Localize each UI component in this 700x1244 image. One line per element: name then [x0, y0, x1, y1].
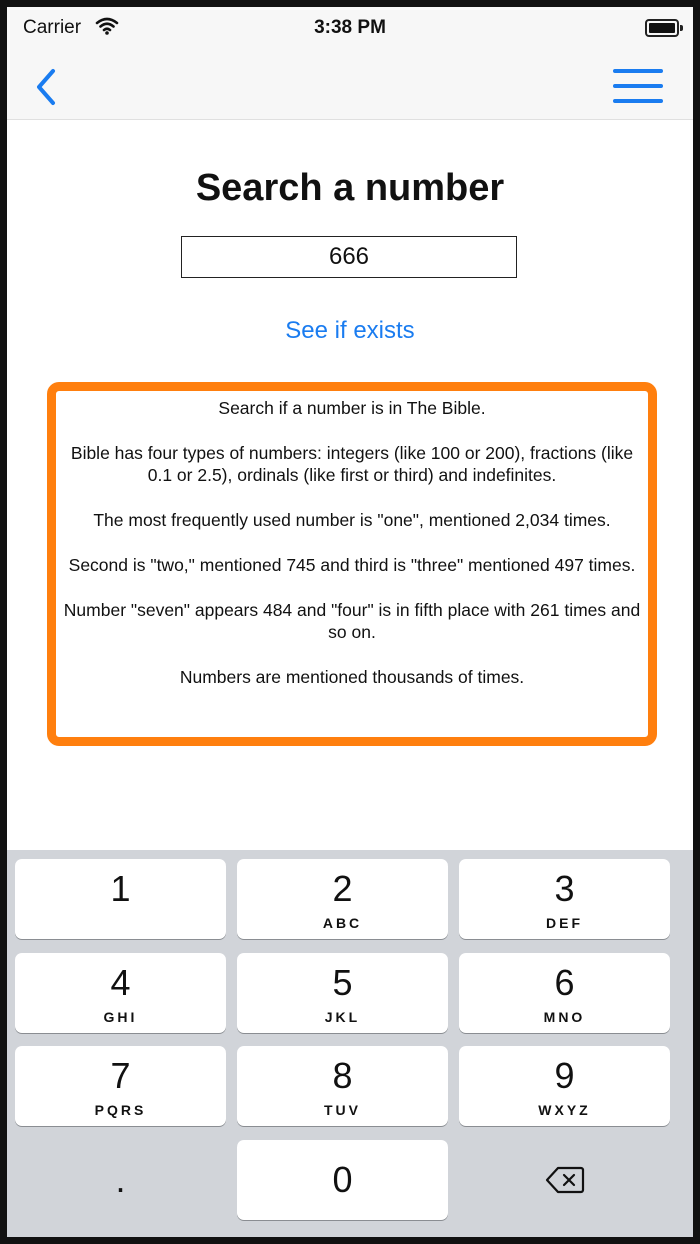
- info-paragraph: Search if a number is in The Bible.: [218, 398, 486, 418]
- decimal-key[interactable]: .: [15, 1140, 226, 1220]
- number-search-input[interactable]: [181, 236, 517, 278]
- hamburger-menu-icon: [613, 69, 663, 73]
- navigation-bar: [7, 47, 693, 120]
- key-7[interactable]: 7 PQRS: [15, 1046, 226, 1126]
- info-panel: Search if a number is in The Bible. Bibl…: [47, 382, 657, 746]
- info-paragraph: The most frequently used number is "one"…: [93, 510, 611, 530]
- key-0[interactable]: 0: [237, 1140, 448, 1220]
- key-6[interactable]: 6 MNO: [459, 953, 670, 1033]
- key-1[interactable]: 1: [15, 859, 226, 939]
- info-paragraph: Number "seven" appears 484 and "four" is…: [63, 600, 641, 642]
- battery-icon: [645, 19, 683, 37]
- menu-button[interactable]: [613, 67, 665, 107]
- key-9[interactable]: 9 WXYZ: [459, 1046, 670, 1126]
- clock: 3:38 PM: [314, 17, 386, 38]
- chevron-left-icon: [37, 69, 55, 105]
- numeric-keypad: 1 2 ABC 3 DEF 4 GHI 5 JKL 6 MNO 7 PQRS 8: [7, 850, 693, 1237]
- page-title: Search a number: [195, 167, 505, 209]
- delete-key[interactable]: [459, 1140, 670, 1220]
- backspace-icon: [459, 1140, 670, 1199]
- status-bar: Carrier 3:38 PM: [7, 7, 693, 47]
- see-if-exists-button[interactable]: See if exists: [7, 317, 693, 345]
- key-5[interactable]: 5 JKL: [237, 953, 448, 1033]
- back-button[interactable]: [29, 67, 65, 107]
- key-3[interactable]: 3 DEF: [459, 859, 670, 939]
- info-paragraph: Numbers are mentioned thousands of times…: [179, 667, 525, 687]
- key-8[interactable]: 8 TUV: [237, 1046, 448, 1126]
- info-paragraph: Second is "two," mentioned 745 and third…: [68, 555, 636, 575]
- phone-screen: Carrier 3:38 PM Search a number See if e…: [0, 0, 700, 1244]
- key-4[interactable]: 4 GHI: [15, 953, 226, 1033]
- info-paragraph: Bible has four types of numbers: integer…: [70, 443, 634, 485]
- key-2[interactable]: 2 ABC: [237, 859, 448, 939]
